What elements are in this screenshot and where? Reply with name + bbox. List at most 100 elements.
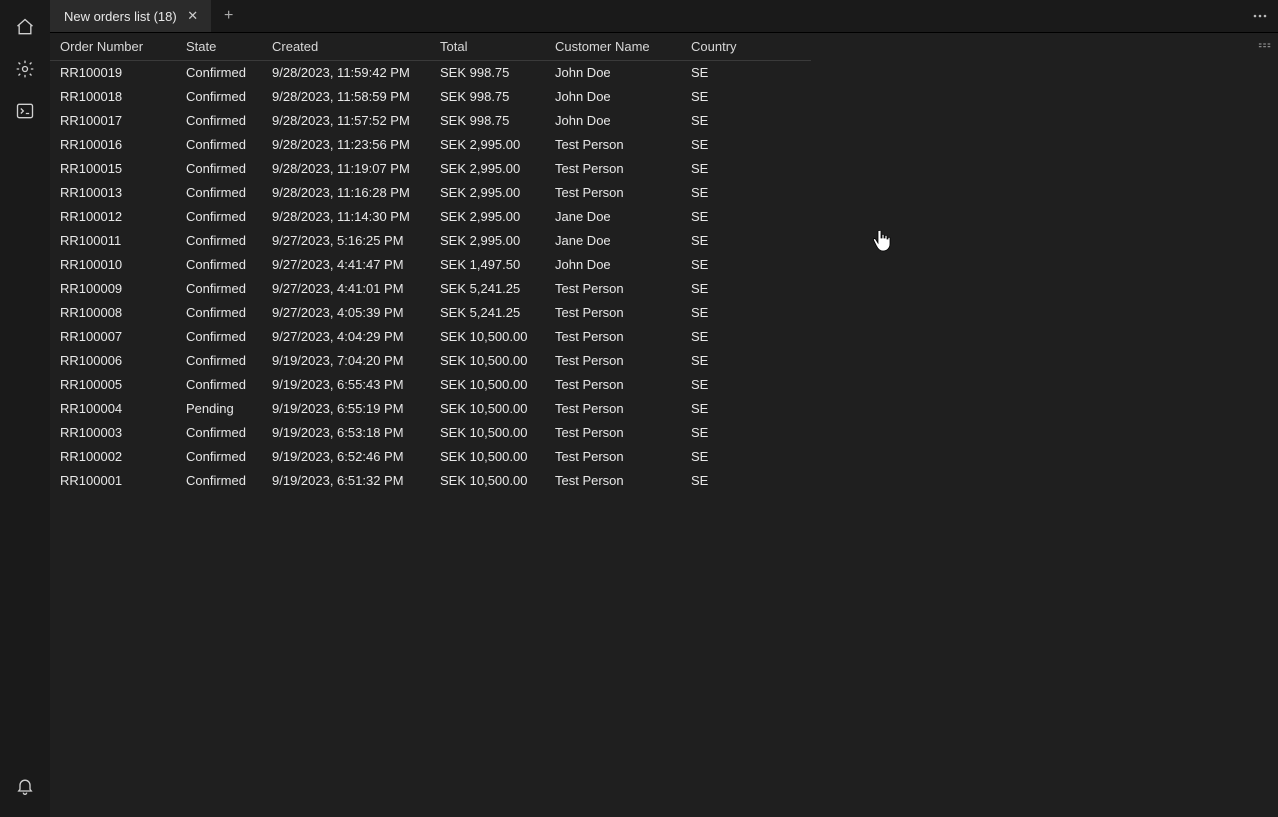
- col-country[interactable]: Country: [681, 33, 811, 61]
- cell-state: Confirmed: [176, 325, 262, 349]
- cell-name: Test Person: [545, 373, 681, 397]
- cell-created: 9/28/2023, 11:59:42 PM: [262, 61, 430, 85]
- cell-order: RR100001: [50, 469, 176, 493]
- cell-name: John Doe: [545, 61, 681, 85]
- cell-order: RR100004: [50, 397, 176, 421]
- terminal-icon[interactable]: [7, 93, 43, 129]
- cell-total: SEK 2,995.00: [430, 133, 545, 157]
- cell-name: Test Person: [545, 397, 681, 421]
- cell-state: Confirmed: [176, 157, 262, 181]
- cell-total: SEK 5,241.25: [430, 277, 545, 301]
- table-row[interactable]: RR100003Confirmed9/19/2023, 6:53:18 PMSE…: [50, 421, 811, 445]
- cell-state: Confirmed: [176, 61, 262, 85]
- cell-country: SE: [681, 253, 811, 277]
- gear-icon[interactable]: [7, 51, 43, 87]
- table-row[interactable]: RR100010Confirmed9/27/2023, 4:41:47 PMSE…: [50, 253, 811, 277]
- cell-total: SEK 2,995.00: [430, 157, 545, 181]
- close-icon[interactable]: ✕: [185, 8, 201, 24]
- cell-total: SEK 10,500.00: [430, 373, 545, 397]
- more-icon[interactable]: [1242, 0, 1278, 32]
- table-row[interactable]: RR100007Confirmed9/27/2023, 4:04:29 PMSE…: [50, 325, 811, 349]
- cell-order: RR100015: [50, 157, 176, 181]
- table-row[interactable]: RR100012Confirmed9/28/2023, 11:14:30 PMS…: [50, 205, 811, 229]
- cell-country: SE: [681, 205, 811, 229]
- cell-state: Confirmed: [176, 373, 262, 397]
- new-tab-button[interactable]: +: [212, 0, 246, 32]
- table-row[interactable]: RR100006Confirmed9/19/2023, 7:04:20 PMSE…: [50, 349, 811, 373]
- table-row[interactable]: RR100015Confirmed9/28/2023, 11:19:07 PMS…: [50, 157, 811, 181]
- cell-country: SE: [681, 109, 811, 133]
- cell-name: Test Person: [545, 157, 681, 181]
- cell-order: RR100016: [50, 133, 176, 157]
- table-row[interactable]: RR100002Confirmed9/19/2023, 6:52:46 PMSE…: [50, 445, 811, 469]
- cell-state: Confirmed: [176, 349, 262, 373]
- table-row[interactable]: RR100017Confirmed9/28/2023, 11:57:52 PMS…: [50, 109, 811, 133]
- col-state[interactable]: State: [176, 33, 262, 61]
- cell-order: RR100018: [50, 85, 176, 109]
- cell-order: RR100013: [50, 181, 176, 205]
- table-row[interactable]: RR100009Confirmed9/27/2023, 4:41:01 PMSE…: [50, 277, 811, 301]
- cell-state: Confirmed: [176, 253, 262, 277]
- cell-country: SE: [681, 301, 811, 325]
- cell-name: Test Person: [545, 301, 681, 325]
- col-total[interactable]: Total: [430, 33, 545, 61]
- cell-created: 9/19/2023, 6:55:19 PM: [262, 397, 430, 421]
- col-created[interactable]: Created: [262, 33, 430, 61]
- cell-country: SE: [681, 445, 811, 469]
- cell-order: RR100010: [50, 253, 176, 277]
- cell-created: 9/28/2023, 11:16:28 PM: [262, 181, 430, 205]
- cell-created: 9/27/2023, 4:05:39 PM: [262, 301, 430, 325]
- cell-order: RR100019: [50, 61, 176, 85]
- table-row[interactable]: RR100011Confirmed9/27/2023, 5:16:25 PMSE…: [50, 229, 811, 253]
- table-row[interactable]: RR100005Confirmed9/19/2023, 6:55:43 PMSE…: [50, 373, 811, 397]
- cell-total: SEK 2,995.00: [430, 205, 545, 229]
- cell-total: SEK 10,500.00: [430, 325, 545, 349]
- tab-orders[interactable]: New orders list (18) ✕: [50, 0, 212, 32]
- cell-total: SEK 2,995.00: [430, 181, 545, 205]
- cell-state: Confirmed: [176, 133, 262, 157]
- home-icon[interactable]: [7, 9, 43, 45]
- cell-name: John Doe: [545, 109, 681, 133]
- cell-total: SEK 10,500.00: [430, 397, 545, 421]
- col-customer[interactable]: Customer Name: [545, 33, 681, 61]
- cell-created: 9/27/2023, 4:04:29 PM: [262, 325, 430, 349]
- cell-country: SE: [681, 181, 811, 205]
- cell-name: Test Person: [545, 133, 681, 157]
- cell-name: John Doe: [545, 85, 681, 109]
- cell-created: 9/19/2023, 6:51:32 PM: [262, 469, 430, 493]
- cell-state: Confirmed: [176, 205, 262, 229]
- tab-bar: New orders list (18) ✕ +: [50, 0, 1278, 33]
- table-row[interactable]: RR100004Pending9/19/2023, 6:55:19 PMSEK …: [50, 397, 811, 421]
- column-settings-icon[interactable]: [1258, 39, 1272, 52]
- cell-state: Confirmed: [176, 181, 262, 205]
- table-row[interactable]: RR100008Confirmed9/27/2023, 4:05:39 PMSE…: [50, 301, 811, 325]
- col-order-number[interactable]: Order Number: [50, 33, 176, 61]
- table-row[interactable]: RR100013Confirmed9/28/2023, 11:16:28 PMS…: [50, 181, 811, 205]
- cell-country: SE: [681, 373, 811, 397]
- cell-state: Confirmed: [176, 109, 262, 133]
- cell-created: 9/27/2023, 4:41:01 PM: [262, 277, 430, 301]
- app-root: New orders list (18) ✕ + Order Numbe: [0, 0, 1278, 817]
- cell-order: RR100012: [50, 205, 176, 229]
- cell-total: SEK 2,995.00: [430, 229, 545, 253]
- cell-total: SEK 1,497.50: [430, 253, 545, 277]
- cell-country: SE: [681, 397, 811, 421]
- cell-total: SEK 10,500.00: [430, 349, 545, 373]
- cell-created: 9/27/2023, 5:16:25 PM: [262, 229, 430, 253]
- cell-created: 9/19/2023, 6:53:18 PM: [262, 421, 430, 445]
- cell-country: SE: [681, 421, 811, 445]
- table-row[interactable]: RR100019Confirmed9/28/2023, 11:59:42 PMS…: [50, 61, 811, 85]
- cell-order: RR100008: [50, 301, 176, 325]
- cell-name: Jane Doe: [545, 205, 681, 229]
- main-area: New orders list (18) ✕ + Order Numbe: [50, 0, 1278, 817]
- bell-icon[interactable]: [7, 768, 43, 804]
- cell-state: Confirmed: [176, 469, 262, 493]
- cell-total: SEK 10,500.00: [430, 469, 545, 493]
- table-row[interactable]: RR100016Confirmed9/28/2023, 11:23:56 PMS…: [50, 133, 811, 157]
- cell-created: 9/28/2023, 11:23:56 PM: [262, 133, 430, 157]
- table-row[interactable]: RR100018Confirmed9/28/2023, 11:58:59 PMS…: [50, 85, 811, 109]
- cell-country: SE: [681, 277, 811, 301]
- cell-country: SE: [681, 325, 811, 349]
- cell-state: Confirmed: [176, 85, 262, 109]
- table-row[interactable]: RR100001Confirmed9/19/2023, 6:51:32 PMSE…: [50, 469, 811, 493]
